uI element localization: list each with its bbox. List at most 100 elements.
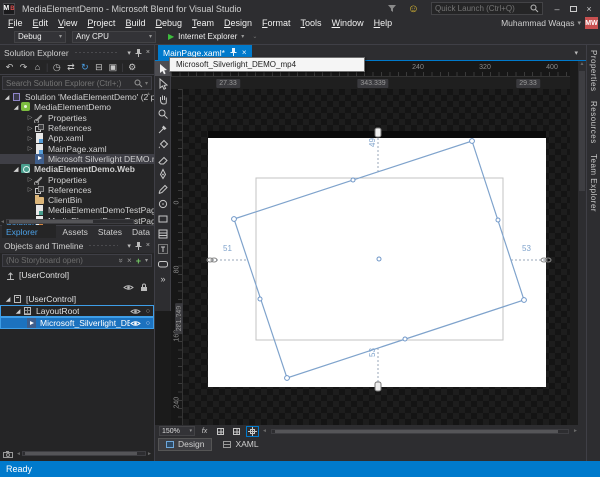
storyboard-picker[interactable]: (No Storyboard open) » × + ▾ xyxy=(2,254,152,267)
object-media-element[interactable]: Microsoft_Silverlight_DEMO_ ○ xyxy=(0,317,154,329)
menu-edit[interactable]: Edit xyxy=(28,18,54,28)
chevron-down-icon[interactable]: ▾ xyxy=(127,242,131,250)
menu-view[interactable]: View xyxy=(53,18,82,28)
pending-changes-filter-icon[interactable]: ◷ xyxy=(50,61,63,74)
filter-icon[interactable] xyxy=(388,5,396,13)
tree-item-webproject[interactable]: MediaElementDemo.Web xyxy=(0,164,154,174)
refresh-icon[interactable]: ↻ xyxy=(78,61,91,74)
quick-launch-box[interactable] xyxy=(431,2,543,15)
tree-item-properties[interactable]: Properties xyxy=(0,174,154,184)
menu-help[interactable]: Help xyxy=(369,18,398,28)
eraser-tool[interactable] xyxy=(155,151,171,166)
scroll-right-arrow[interactable]: ► xyxy=(573,428,578,434)
user-name[interactable]: Muhammad Waqas xyxy=(501,18,574,28)
expander-icon[interactable] xyxy=(26,125,34,132)
object-usercontrol[interactable]: [UserControl] xyxy=(0,293,154,305)
expander-icon[interactable] xyxy=(12,104,20,111)
chevron-down-icon[interactable]: ▾ xyxy=(127,49,131,57)
tree-item-mp4[interactable]: Microsoft Silverlight DEMO.mp4 xyxy=(0,154,154,164)
tree-item-references[interactable]: References xyxy=(0,185,154,195)
expander-icon[interactable] xyxy=(26,176,34,183)
rectangle-tool[interactable] xyxy=(155,211,171,226)
tree-item-appxaml[interactable]: App.xaml xyxy=(0,133,154,143)
new-storyboard-icon[interactable]: + xyxy=(136,256,141,266)
objects-timeline-header[interactable]: Objects and Timeline ▾ × xyxy=(0,238,154,253)
properties-icon[interactable]: ⚙ xyxy=(126,61,139,74)
chevron-down-icon[interactable]: ▾ xyxy=(145,80,148,87)
ellipse-tool[interactable] xyxy=(155,196,171,211)
pin-icon[interactable] xyxy=(230,48,237,58)
effects-toggle-button[interactable]: fx xyxy=(198,426,211,437)
solution-explorer-header[interactable]: Solution Explorer ▾ × xyxy=(0,45,154,60)
close-button[interactable]: × xyxy=(581,4,597,14)
show-all-files-icon[interactable]: ▣ xyxy=(106,61,119,74)
tab-design[interactable]: Design xyxy=(158,438,212,451)
tree-item-solution[interactable]: Solution 'MediaElementDemo' (2 proje xyxy=(0,92,154,102)
chevrons-icon[interactable]: » xyxy=(116,258,125,262)
forward-icon[interactable]: ↷ xyxy=(17,61,30,74)
chevron-down-icon[interactable]: ▾ xyxy=(145,257,148,264)
run-target-label[interactable]: Internet Explorer xyxy=(178,32,237,41)
close-icon[interactable]: × xyxy=(146,242,150,249)
object-layoutroot[interactable]: LayoutRoot ○ xyxy=(0,305,154,317)
close-icon[interactable]: × xyxy=(146,49,150,56)
menu-file[interactable]: File xyxy=(3,18,28,28)
tab-properties[interactable]: Properties xyxy=(589,50,598,91)
canvas-horizontal-scrollbar[interactable] xyxy=(271,429,569,434)
menu-design[interactable]: Design xyxy=(219,18,257,28)
tab-assets[interactable]: Assets xyxy=(58,226,92,238)
zoom-tool[interactable] xyxy=(155,106,171,121)
items-control-tool[interactable] xyxy=(155,226,171,241)
menu-build[interactable]: Build xyxy=(120,18,150,28)
menu-project[interactable]: Project xyxy=(82,18,120,28)
minimize-button[interactable]: – xyxy=(549,4,565,14)
tab-team-explorer[interactable]: Team Explorer xyxy=(589,154,598,212)
button-control-tool[interactable] xyxy=(155,256,171,271)
snap-to-snaplines-button[interactable] xyxy=(246,426,259,437)
expander-icon[interactable] xyxy=(14,308,22,315)
pin-icon[interactable] xyxy=(135,242,142,250)
expander-icon[interactable] xyxy=(12,166,20,173)
quick-launch-input[interactable] xyxy=(435,4,530,13)
lock-toggle-icon[interactable]: ○ xyxy=(146,308,150,315)
text-tool[interactable] xyxy=(155,241,171,256)
configuration-dropdown[interactable]: Debug▾ xyxy=(14,31,66,43)
pencil-tool[interactable] xyxy=(155,181,171,196)
feedback-smiley-icon[interactable]: ☺ xyxy=(408,4,419,14)
collapse-all-icon[interactable]: ⊟ xyxy=(92,61,105,74)
tab-xaml[interactable]: XAML xyxy=(216,438,265,451)
start-debugging-icon[interactable]: ▶ xyxy=(168,32,174,41)
pen-tool[interactable] xyxy=(155,166,171,181)
lock-toggle-icon[interactable]: ○ xyxy=(146,320,150,327)
maximize-button[interactable] xyxy=(565,4,581,14)
tree-vertical-scrollbar[interactable]: ▲ xyxy=(144,91,153,97)
chevron-down-icon[interactable]: ▾ xyxy=(577,19,581,27)
menu-tools[interactable]: Tools xyxy=(296,18,327,28)
avatar[interactable]: MW xyxy=(585,17,598,29)
direct-selection-tool[interactable] xyxy=(155,76,171,91)
show-gridlines-button[interactable] xyxy=(214,426,227,437)
solution-search-input[interactable] xyxy=(6,79,134,88)
paint-bucket-tool[interactable] xyxy=(155,136,171,151)
camera-icon[interactable] xyxy=(3,450,13,458)
platform-dropdown[interactable]: Any CPU▾ xyxy=(72,31,156,43)
expander-icon[interactable] xyxy=(26,114,34,121)
tree-item-testpage-aspx[interactable]: MediaElementDemoTestPage.as xyxy=(0,205,154,215)
document-list-chevron-icon[interactable]: ▾ xyxy=(574,49,578,57)
expander-icon[interactable] xyxy=(4,296,12,303)
eye-icon[interactable] xyxy=(130,320,141,327)
solution-search-box[interactable]: ▾ xyxy=(2,76,152,90)
scroll-left-arrow[interactable]: ◄ xyxy=(262,428,267,434)
expander-icon[interactable] xyxy=(26,145,34,152)
home-icon[interactable]: ⌂ xyxy=(31,61,44,74)
expander-icon[interactable] xyxy=(26,135,34,142)
eyedropper-tool[interactable] xyxy=(155,121,171,136)
menu-window[interactable]: Window xyxy=(327,18,369,28)
menu-debug[interactable]: Debug xyxy=(150,18,187,28)
pan-tool[interactable] xyxy=(155,91,171,106)
close-storyboard-icon[interactable]: × xyxy=(127,256,132,265)
tree-horizontal-scrollbar[interactable]: ◄► xyxy=(0,218,140,225)
pin-icon[interactable] xyxy=(135,49,142,57)
back-icon[interactable]: ↶ xyxy=(3,61,16,74)
snap-grid-button[interactable] xyxy=(230,426,243,437)
